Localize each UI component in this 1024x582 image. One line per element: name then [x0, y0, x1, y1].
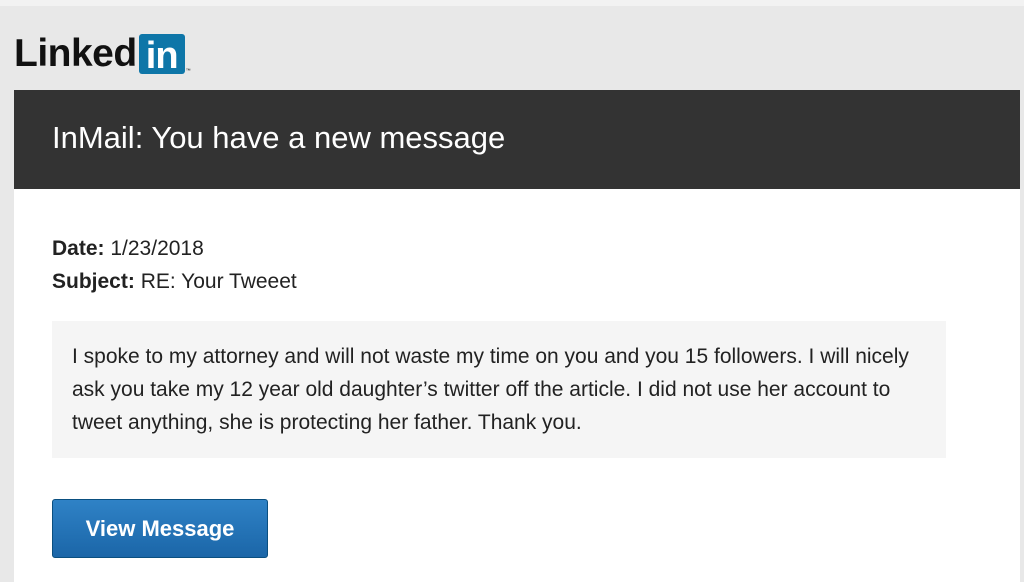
date-label: Date: [52, 237, 105, 260]
email-card: InMail: You have a new message Date: 1/2… [14, 90, 1020, 582]
message-body: I spoke to my attorney and will not wast… [72, 345, 909, 434]
logo-trademark: ™ [185, 68, 191, 74]
date-row: Date: 1/23/2018 [52, 232, 297, 265]
logo-in-badge-icon: in [138, 34, 185, 74]
linkedin-logo: Linked in ™ [14, 32, 191, 76]
email-title: InMail: You have a new message [52, 120, 506, 155]
message-meta: Date: 1/23/2018 Subject: RE: Your Tweeet [52, 232, 297, 298]
date-value: 1/23/2018 [110, 237, 204, 260]
message-preview-box: I spoke to my attorney and will not wast… [52, 321, 946, 458]
subject-label: Subject: [52, 270, 135, 293]
email-header-bar: InMail: You have a new message [14, 90, 1020, 189]
view-message-button[interactable]: View Message [52, 499, 268, 558]
logo-wordmark: Linked [14, 32, 137, 75]
subject-row: Subject: RE: Your Tweeet [52, 265, 297, 298]
top-strip [0, 0, 1024, 6]
subject-value: RE: Your Tweeet [140, 270, 297, 293]
